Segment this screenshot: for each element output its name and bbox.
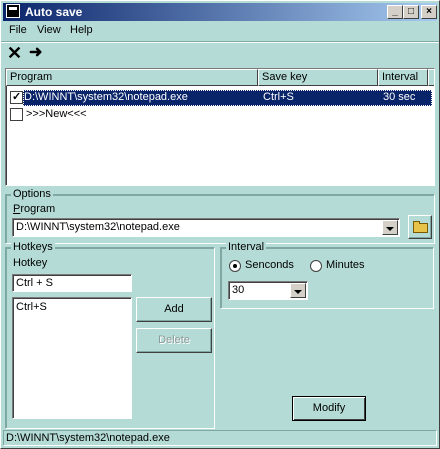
menu-file[interactable]: File xyxy=(9,24,27,36)
app-window: Auto save _ □ × File View Help ✕ ➜ Progr… xyxy=(0,0,440,449)
hotkey-label: Hotkey xyxy=(13,257,48,269)
row-program: >>>New<<< xyxy=(26,108,87,120)
delete-button[interactable]: Delete xyxy=(136,328,212,353)
interval-combobox[interactable]: 30 xyxy=(228,281,308,300)
program-combobox[interactable]: D:\WINNT\system32\notepad.exe xyxy=(12,218,400,237)
row-checkbox[interactable] xyxy=(10,108,23,121)
seconds-radio[interactable] xyxy=(229,260,241,272)
minutes-radio[interactable] xyxy=(310,260,322,272)
arrow-right-icon[interactable]: ➜ xyxy=(29,45,45,63)
seconds-radio-label[interactable]: Senconds xyxy=(245,259,294,271)
close-x-icon[interactable]: ✕ xyxy=(7,44,23,63)
checkmark-icon: ✓ xyxy=(12,91,22,103)
title-bar[interactable]: Auto save _ □ × xyxy=(3,3,437,21)
column-header-spacer xyxy=(428,69,434,86)
delete-button-label: Delete xyxy=(158,334,190,346)
minutes-radio-label[interactable]: Minutes xyxy=(326,259,365,271)
hotkeys-group-label: Hotkeys xyxy=(11,241,55,253)
window-title: Auto save xyxy=(25,5,83,19)
modify-button[interactable]: Modify xyxy=(292,396,366,421)
row-checkbox[interactable]: ✓ xyxy=(10,91,23,104)
list-row[interactable]: ✓ D:\WINNT\system32\notepad.exe Ctrl+S 3… xyxy=(10,90,432,106)
column-header-program[interactable]: Program xyxy=(6,69,258,86)
program-combobox-value: D:\WINNT\system32\notepad.exe xyxy=(16,221,180,233)
options-group-label: Options xyxy=(11,188,53,200)
interval-combobox-value: 30 xyxy=(232,284,245,296)
status-text: D:\WINNT\system32\notepad.exe xyxy=(6,432,170,444)
hotkey-input[interactable]: Ctrl + S xyxy=(12,274,132,292)
column-header-save-key[interactable]: Save key xyxy=(258,69,378,86)
modify-button-label: Modify xyxy=(312,402,346,414)
radio-dot xyxy=(233,264,237,268)
browse-button[interactable] xyxy=(408,215,432,239)
program-list[interactable]: Program Save key Interval ✓ D:\WINNT\sys… xyxy=(5,68,435,186)
row-program: D:\WINNT\system32\notepad.exe xyxy=(24,91,188,103)
hotkey-list-item[interactable]: Ctrl+S xyxy=(16,301,47,313)
minimize-button[interactable]: _ xyxy=(387,5,403,19)
row-save-key: Ctrl+S xyxy=(263,91,294,103)
chevron-down-icon[interactable] xyxy=(290,283,306,298)
status-bar: D:\WINNT\system32\notepad.exe xyxy=(3,430,437,446)
open-folder-icon xyxy=(413,223,428,233)
hotkey-list[interactable]: Ctrl+S xyxy=(12,297,132,419)
menu-help[interactable]: Help xyxy=(70,24,93,36)
interval-group-label: Interval xyxy=(226,241,267,253)
column-header-interval[interactable]: Interval xyxy=(378,69,428,86)
program-label: Program xyxy=(13,203,56,215)
chevron-down-icon[interactable] xyxy=(382,220,398,235)
add-button-label: Add xyxy=(164,303,184,315)
toolbar-separator xyxy=(1,41,439,43)
list-row[interactable]: >>>New<<< xyxy=(10,107,432,123)
menu-view[interactable]: View xyxy=(37,24,61,36)
maximize-button[interactable]: □ xyxy=(403,5,419,19)
open-folder-icon-tab xyxy=(413,221,420,224)
app-icon xyxy=(6,4,20,18)
add-button[interactable]: Add xyxy=(136,297,212,322)
hotkey-input-value: Ctrl + S xyxy=(16,277,53,289)
row-interval: 30 sec xyxy=(383,91,416,103)
close-button[interactable]: × xyxy=(421,5,437,19)
